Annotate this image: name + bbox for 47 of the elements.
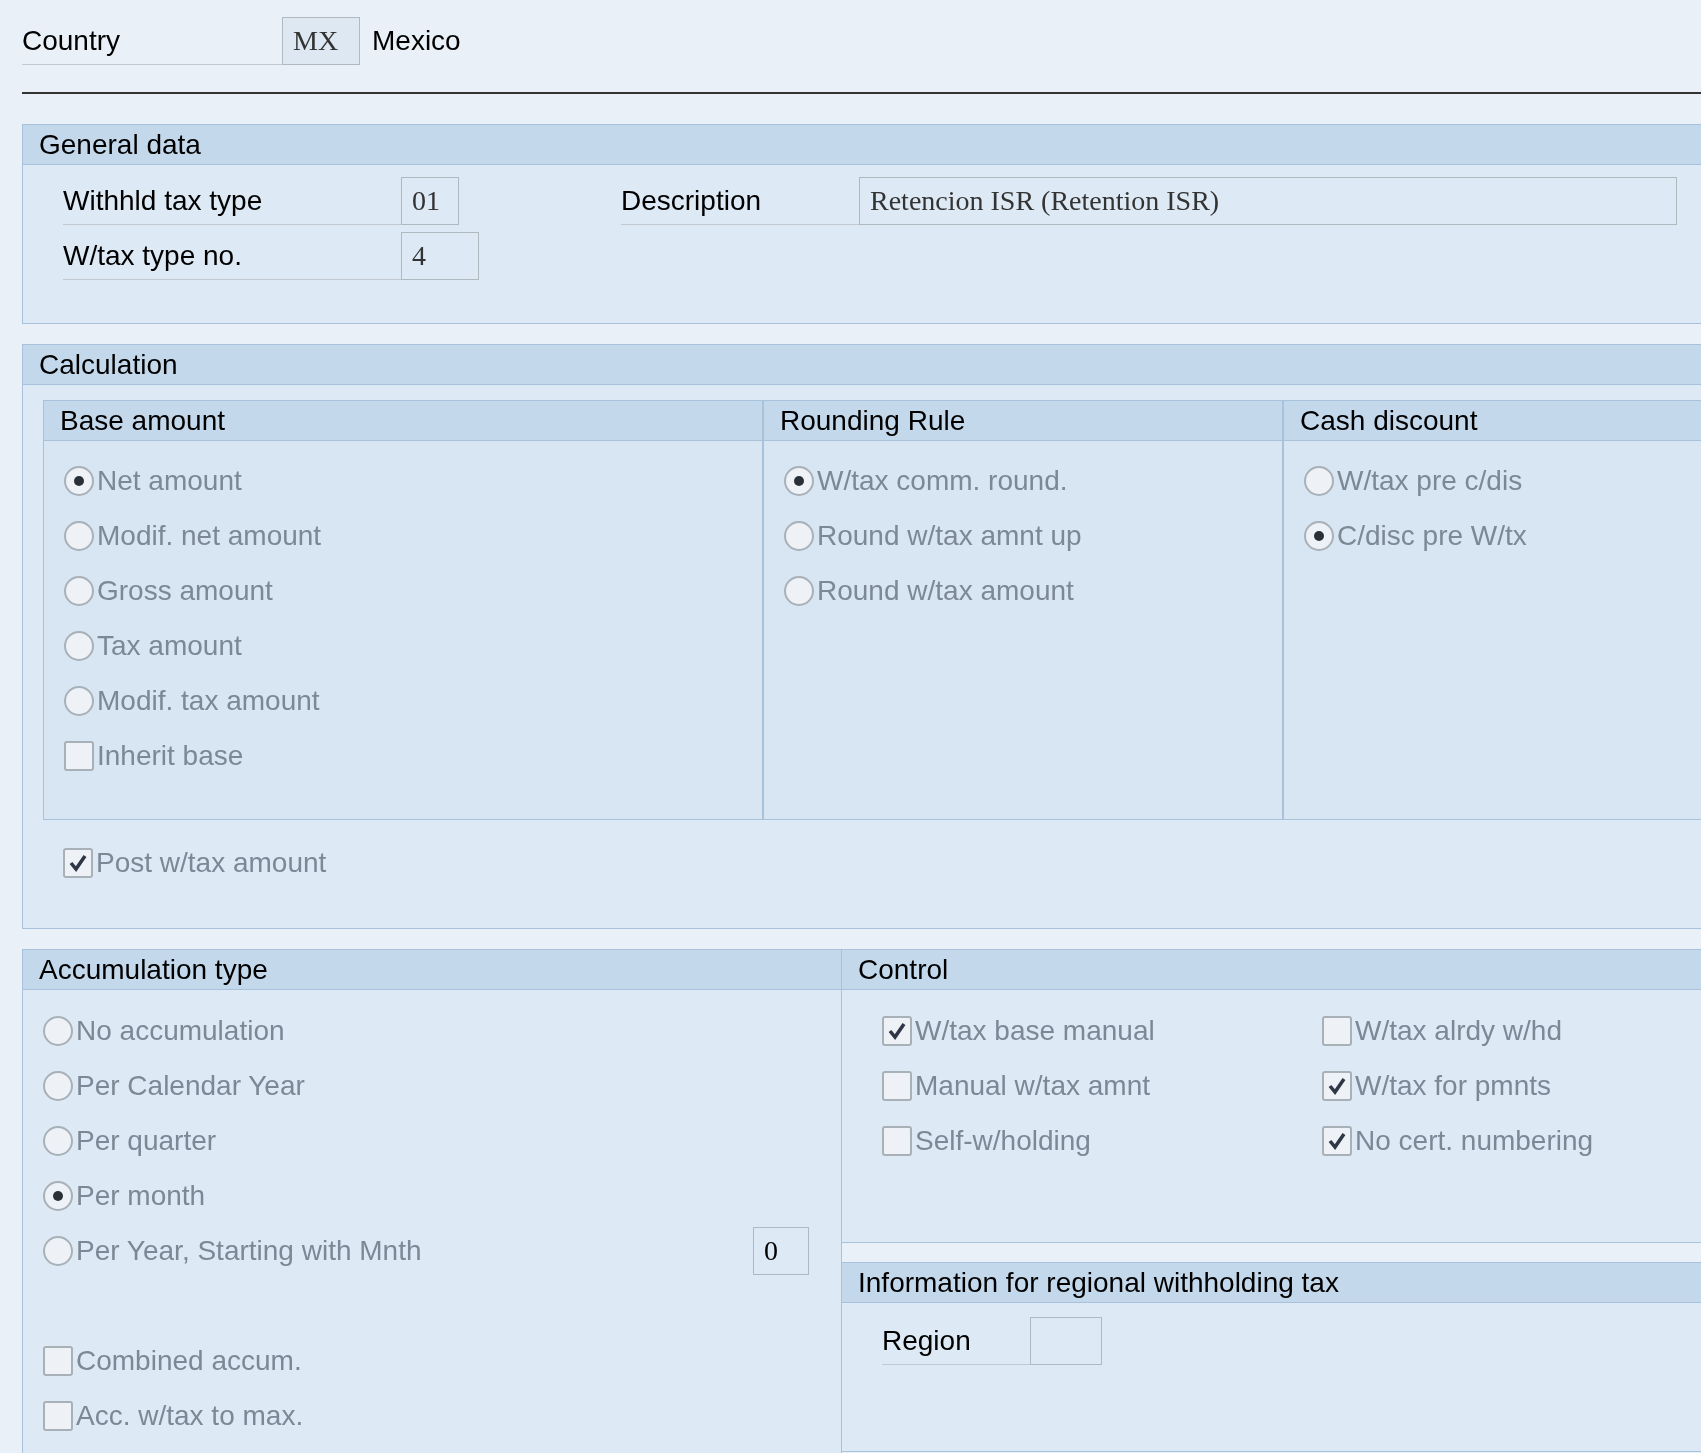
option-label: W/tax base manual — [915, 1013, 1155, 1048]
option-label: W/tax alrdy w/hd — [1355, 1013, 1562, 1048]
option-label: Acc. w/tax to max. — [76, 1398, 304, 1433]
checkmark-icon — [1327, 1075, 1347, 1096]
field-label: Description — [621, 177, 859, 225]
group-header: Cash discount — [1284, 401, 1701, 441]
input-field[interactable]: 01 — [401, 177, 459, 225]
option-label: Manual w/tax amnt — [915, 1068, 1150, 1103]
option-label: Inherit base — [97, 738, 244, 773]
option-label: Modif. net amount — [97, 518, 322, 553]
checkmark-icon — [68, 852, 88, 873]
option-label: No cert. numbering — [1355, 1123, 1594, 1158]
option-label: Self-w/holding — [915, 1123, 1091, 1158]
option-label: C/disc pre W/tx — [1337, 518, 1527, 553]
option-label: Gross amount — [97, 573, 273, 608]
group-header: General data — [23, 125, 1701, 165]
group-header: Information for regional withholding tax — [842, 1263, 1701, 1304]
group-header: Accumulation type — [23, 950, 841, 990]
field-label: Region — [882, 1317, 1030, 1366]
option-label: Per quarter — [76, 1123, 217, 1158]
option-label: Round w/tax amnt up — [817, 518, 1082, 553]
option-label: W/tax for pmnts — [1355, 1068, 1552, 1103]
option-label: Post w/tax amount — [96, 845, 327, 880]
option-label: Combined accum. — [76, 1343, 302, 1378]
option-label: Per Year, Starting with Mnth — [76, 1233, 422, 1268]
field-label: Withhld tax type — [63, 177, 401, 225]
option-label: Round w/tax amount — [817, 573, 1074, 608]
group-header: Base amount — [44, 401, 762, 441]
input-field[interactable] — [1030, 1317, 1102, 1366]
option-label: Net amount — [97, 463, 242, 498]
country-name: Mexico — [372, 24, 461, 58]
group-header: Rounding Rule — [764, 401, 1282, 441]
option-label: W/tax comm. round. — [817, 463, 1068, 498]
option-label: Per Calendar Year — [76, 1068, 305, 1103]
group-header: Control — [842, 950, 1701, 990]
option-label: Tax amount — [97, 628, 242, 663]
field-label: W/tax type no. — [63, 232, 401, 280]
checkmark-icon — [887, 1020, 907, 1041]
option-label: Modif. tax amount — [97, 683, 320, 718]
input-field[interactable]: Retencion ISR (Retention ISR) — [859, 177, 1677, 225]
input-field[interactable]: MX — [282, 17, 360, 65]
option-label: W/tax pre c/dis — [1337, 463, 1523, 498]
input-field[interactable]: 4 — [401, 232, 479, 280]
option-label: Per month — [76, 1178, 206, 1213]
option-label: No accumulation — [76, 1013, 285, 1048]
checkmark-icon — [1327, 1130, 1347, 1151]
group-header: Calculation — [23, 345, 1701, 385]
